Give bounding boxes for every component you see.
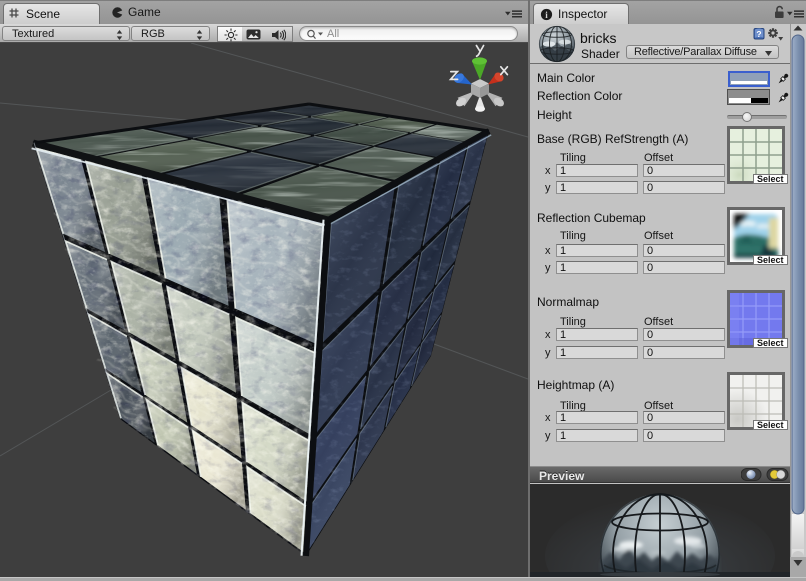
svg-text:?: ? [756, 29, 761, 39]
